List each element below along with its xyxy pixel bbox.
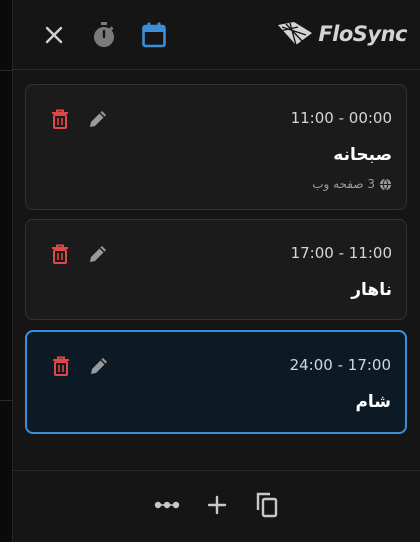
more-dots-icon [154,501,180,509]
item-title: ناهار [351,280,392,300]
panel-footer [13,470,420,542]
web-pages-label: 3 صفحه وب [312,177,375,191]
schedule-item[interactable]: 17:00 - 11:00 ناهار [25,219,407,320]
edit-button[interactable] [86,107,110,131]
copy-button[interactable] [251,489,283,521]
item-actions [48,242,110,266]
pencil-icon [90,111,106,127]
close-button[interactable] [37,18,71,52]
copy-icon [256,492,278,518]
schedule-panel: FloSync 11:00 - 00:00 صبحانه 3 صفحه وب 1… [12,0,420,542]
edit-button[interactable] [87,354,111,378]
item-actions [49,354,111,378]
left-strip [0,0,12,542]
schedule-item[interactable]: 11:00 - 00:00 صبحانه 3 صفحه وب [25,84,407,210]
globe-icon [379,178,392,190]
trash-icon [52,109,68,129]
web-pages-count: 3 صفحه وب [312,177,392,191]
plus-icon [207,495,227,515]
trash-icon [53,356,69,376]
add-button[interactable] [201,489,233,521]
time-range: 24:00 - 17:00 [289,356,391,374]
item-title: صبحانه [333,145,392,165]
schedule-item-selected[interactable]: 24:00 - 17:00 شام [25,330,407,434]
stopwatch-icon [94,22,114,47]
delete-button[interactable] [49,354,73,378]
panel-header: FloSync [13,0,420,70]
left-divider [0,400,12,401]
pencil-icon [90,246,106,262]
pencil-icon [91,358,107,374]
trash-icon [52,244,68,264]
edit-button[interactable] [86,242,110,266]
left-divider [0,70,12,71]
logo-mark-icon [278,22,313,46]
timer-button[interactable] [87,18,121,52]
time-range: 11:00 - 00:00 [290,109,392,127]
item-actions [48,107,110,131]
calendar-icon [142,22,166,48]
flosync-logo: FloSync [276,16,407,52]
time-range: 17:00 - 11:00 [290,244,392,262]
close-icon [45,26,63,44]
delete-button[interactable] [48,107,72,131]
logo-text: FloSync [318,22,407,46]
calendar-button[interactable] [137,18,171,52]
delete-button[interactable] [48,242,72,266]
item-title: شام [355,392,391,412]
more-button[interactable] [151,489,183,521]
